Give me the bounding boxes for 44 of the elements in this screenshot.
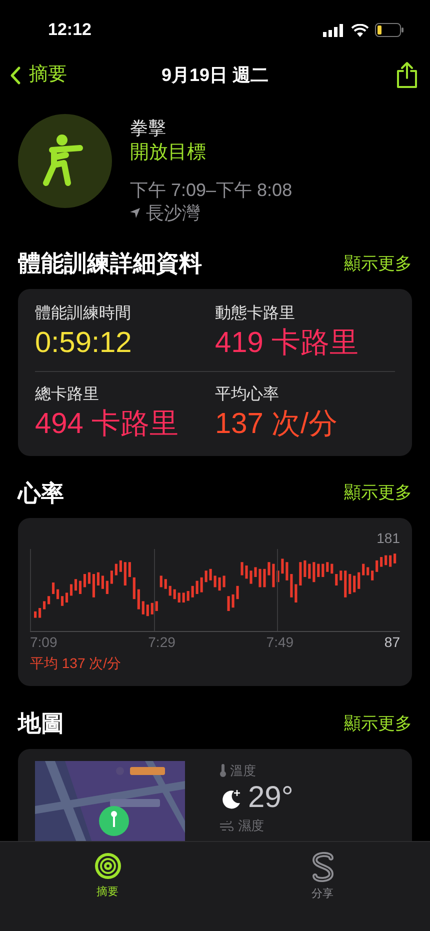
- location-arrow-icon: [130, 208, 140, 218]
- min-label: 87: [384, 633, 400, 652]
- battery-icon: [375, 23, 404, 37]
- thermometer-icon: [220, 764, 226, 777]
- wind-icon: [220, 820, 234, 831]
- max-label: 181: [376, 529, 400, 548]
- show-more-link[interactable]: 顯示更多: [344, 250, 412, 276]
- share-icon: [396, 61, 418, 89]
- back-button[interactable]: 摘要: [10, 60, 100, 90]
- stat-label: 總卡路里: [35, 384, 100, 404]
- moon-icon: [220, 787, 242, 809]
- stat-value: 419 卡路里: [215, 326, 360, 360]
- nav-title: 9月19日 週二: [161, 64, 269, 86]
- workout-name: 拳擊: [130, 117, 167, 140]
- rings-icon: [94, 852, 122, 880]
- stat-value: 137 次/分: [215, 406, 338, 442]
- time-axis-label: 7:49: [266, 633, 295, 652]
- sharing-icon: [312, 852, 334, 882]
- section-title: 心率: [18, 478, 64, 508]
- stat-label: 平均心率: [215, 384, 280, 404]
- signal-icon: [323, 24, 345, 36]
- share-button[interactable]: [396, 61, 418, 89]
- tab[interactable]: 分享: [215, 852, 430, 908]
- time-axis-label: 7:09: [30, 633, 58, 652]
- section-title: 體能訓練詳細資料: [18, 249, 202, 278]
- average-heart-rate: 平均 137 次/分: [30, 655, 122, 671]
- temperature-label: 溫度: [230, 762, 256, 780]
- time-axis-label: 7:29: [148, 633, 176, 652]
- chevron-left-icon: [10, 66, 21, 84]
- tab[interactable]: 摘要: [0, 852, 215, 908]
- stat-value: 0:59:12: [35, 326, 133, 360]
- stat-label: 動態卡路里: [215, 304, 296, 324]
- stat-value: 494 卡路里: [35, 406, 180, 442]
- show-more-link[interactable]: 顯示更多: [344, 710, 412, 736]
- show-more-link[interactable]: 顯示更多: [344, 480, 412, 506]
- wifi-icon: [351, 24, 369, 36]
- status-time: 12:12: [48, 19, 92, 42]
- workout-goal: 開放目標: [130, 141, 207, 165]
- workout-location: 長沙灣: [146, 202, 200, 224]
- stat-label: 體能訓練時間: [35, 304, 132, 324]
- section-title: 地圖: [18, 709, 64, 738]
- humidity-label: 濕度: [238, 817, 264, 835]
- temperature-value: 29°: [248, 780, 294, 816]
- workout-time: 下午 7:09–下午 8:08: [130, 179, 292, 202]
